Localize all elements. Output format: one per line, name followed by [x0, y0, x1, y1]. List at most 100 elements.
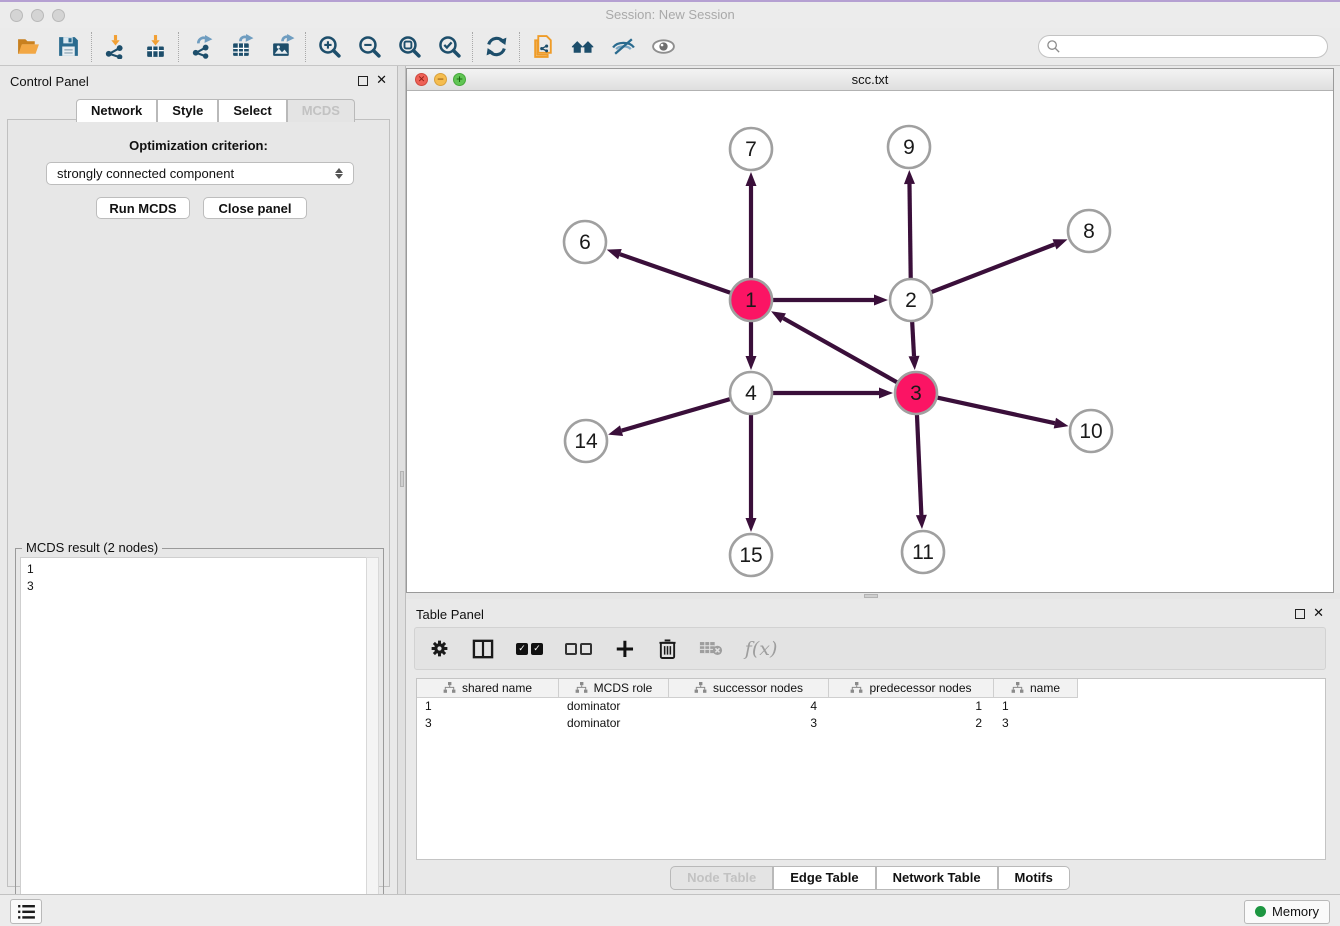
- clone-network-button[interactable]: [523, 30, 563, 64]
- delete-table-button[interactable]: [699, 636, 723, 662]
- export-network-icon: [190, 34, 215, 59]
- column-header-shared-name[interactable]: shared name: [417, 679, 559, 698]
- table-cell[interactable]: 1: [417, 698, 559, 715]
- eye-icon: [651, 34, 676, 59]
- table-tab-edge-table[interactable]: Edge Table: [773, 866, 875, 890]
- mcds-result-group: MCDS result (2 nodes) 13: [15, 548, 384, 923]
- column-header-successor-nodes[interactable]: successor nodes: [669, 679, 829, 698]
- splitter-grip[interactable]: [400, 471, 404, 487]
- arrowhead-icon: [746, 356, 757, 370]
- show-all-button[interactable]: [643, 30, 683, 64]
- tab-select[interactable]: Select: [218, 99, 286, 122]
- function-builder-button[interactable]: f(x): [745, 636, 778, 662]
- node-label: 11: [912, 541, 934, 564]
- export-image-button[interactable]: [262, 30, 302, 64]
- refresh-view-button[interactable]: [476, 30, 516, 64]
- tab-mcds[interactable]: MCDS: [287, 99, 355, 122]
- edge-2-8[interactable]: [931, 244, 1055, 292]
- mcds-result-scrollbar[interactable]: [366, 557, 379, 917]
- table-tab-node-table[interactable]: Node Table: [670, 866, 773, 890]
- close-window-button[interactable]: [10, 9, 23, 22]
- run-mcds-button[interactable]: Run MCDS: [96, 197, 190, 219]
- zoom-out-icon: [357, 34, 382, 59]
- table-settings-button[interactable]: [429, 636, 450, 662]
- column-header-name[interactable]: name: [994, 679, 1078, 698]
- zoom-in-button[interactable]: [309, 30, 349, 64]
- import-table-button[interactable]: [135, 30, 175, 64]
- zoom-fit-button[interactable]: [389, 30, 429, 64]
- save-session-button[interactable]: [48, 30, 88, 64]
- zoom-selected-icon: [437, 34, 462, 59]
- edge-4-14[interactable]: [622, 399, 731, 431]
- copy-pages-icon: [531, 34, 556, 59]
- table-row[interactable]: 1dominator411: [417, 698, 1325, 715]
- table-cell[interactable]: 1: [994, 698, 1078, 715]
- edge-3-1[interactable]: [783, 318, 897, 383]
- split-columns-button[interactable]: [472, 636, 494, 662]
- mcds-result-list[interactable]: 13: [20, 557, 368, 917]
- edge-3-10[interactable]: [937, 397, 1055, 423]
- open-session-button[interactable]: [8, 30, 48, 64]
- edge-2-9[interactable]: [909, 184, 910, 279]
- window-title: Session: New Session: [0, 2, 1340, 28]
- table-tab-motifs[interactable]: Motifs: [998, 866, 1070, 890]
- table-row[interactable]: 3dominator323: [417, 715, 1325, 732]
- table-cell[interactable]: 2: [829, 715, 994, 732]
- splitter-grip[interactable]: [864, 594, 878, 598]
- export-network-button[interactable]: [182, 30, 222, 64]
- add-column-button[interactable]: +: [614, 636, 636, 662]
- export-table-button[interactable]: [222, 30, 262, 64]
- zoom-window-button[interactable]: [52, 9, 65, 22]
- table-cell[interactable]: 3: [994, 715, 1078, 732]
- float-panel-icon[interactable]: [1295, 609, 1305, 619]
- delete-column-button[interactable]: [658, 636, 677, 662]
- node-label: 8: [1083, 220, 1095, 243]
- search-container: [1038, 35, 1328, 58]
- node-label: 2: [905, 289, 917, 312]
- network-window-titlebar[interactable]: ✕ − + scc.txt: [407, 69, 1333, 91]
- table-cell[interactable]: 4: [669, 698, 829, 715]
- hide-selected-button[interactable]: [603, 30, 643, 64]
- criterion-select[interactable]: strongly connected component: [46, 162, 354, 185]
- unchecked-box-icon: [580, 643, 592, 655]
- table-cell[interactable]: 1: [829, 698, 994, 715]
- tab-style[interactable]: Style: [157, 99, 218, 122]
- edge-3-11[interactable]: [917, 414, 921, 515]
- memory-button[interactable]: Memory: [1244, 900, 1330, 924]
- mcds-result-title: MCDS result (2 nodes): [22, 540, 162, 555]
- main-titlebar: Session: New Session: [0, 2, 1340, 28]
- table-tab-network-table[interactable]: Network Table: [876, 866, 998, 890]
- reset-layout-button[interactable]: [563, 30, 603, 64]
- close-panel-icon[interactable]: ✕: [1313, 609, 1324, 619]
- table-cell[interactable]: dominator: [559, 715, 669, 732]
- tab-network[interactable]: Network: [76, 99, 157, 122]
- delete-table-icon: [699, 640, 723, 657]
- table-cell[interactable]: dominator: [559, 698, 669, 715]
- node-table: shared nameMCDS rolesuccessor nodesprede…: [416, 678, 1326, 860]
- eye-slash-icon: [611, 34, 636, 59]
- toolbar-separator: [305, 32, 306, 62]
- minimize-window-button[interactable]: [31, 9, 44, 22]
- zoom-selected-button[interactable]: [429, 30, 469, 64]
- search-input[interactable]: [1038, 35, 1328, 58]
- column-header-mcds-role[interactable]: MCDS role: [559, 679, 669, 698]
- task-history-button[interactable]: [10, 899, 42, 924]
- memory-status-icon: [1255, 906, 1266, 917]
- vertical-splitter[interactable]: [397, 66, 406, 894]
- arrowhead-icon: [771, 311, 786, 323]
- select-all-columns-button[interactable]: ✓ ✓: [516, 636, 543, 662]
- table-cell[interactable]: 3: [417, 715, 559, 732]
- table-cell[interactable]: 3: [669, 715, 829, 732]
- close-panel-button[interactable]: Close panel: [203, 197, 307, 219]
- edge-2-3[interactable]: [912, 321, 914, 356]
- import-network-button[interactable]: [95, 30, 135, 64]
- zoom-out-button[interactable]: [349, 30, 389, 64]
- column-header-predecessor-nodes[interactable]: predecessor nodes: [829, 679, 994, 698]
- network-canvas[interactable]: 7968124314101511: [407, 91, 1333, 593]
- deselect-all-columns-button[interactable]: [565, 636, 592, 662]
- edge-1-6[interactable]: [620, 254, 731, 293]
- network-view-window: ✕ − + scc.txt 7968124314101511: [406, 68, 1334, 593]
- close-panel-icon[interactable]: ✕: [376, 76, 387, 86]
- arrowhead-icon: [1053, 239, 1068, 249]
- float-panel-icon[interactable]: [358, 76, 368, 86]
